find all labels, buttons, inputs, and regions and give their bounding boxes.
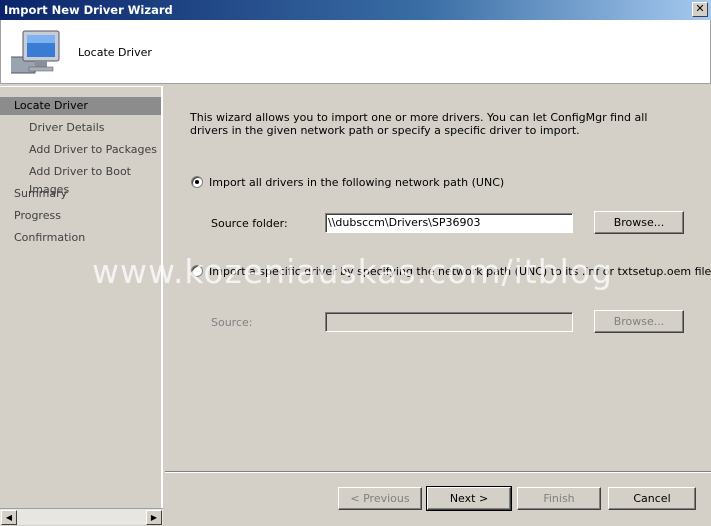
- sidebar-item-confirmation[interactable]: Confirmation: [14, 229, 85, 247]
- sidebar-item-progress[interactable]: Progress: [14, 207, 61, 225]
- browse-source-button[interactable]: Browse...: [594, 310, 684, 333]
- footer-divider: [165, 471, 711, 473]
- sidebar-item-locate-driver[interactable]: Locate Driver: [0, 97, 161, 115]
- previous-button[interactable]: < Previous: [338, 487, 422, 510]
- page-title: Locate Driver: [78, 46, 152, 59]
- scroll-left-arrow-icon[interactable]: ◀: [1, 510, 17, 525]
- source-folder-label: Source folder:: [211, 217, 288, 230]
- source-folder-input[interactable]: \\dubsccm\Drivers\SP36903: [325, 213, 573, 233]
- window-title: Import New Driver Wizard: [4, 3, 173, 17]
- title-bar: Import New Driver Wizard ✕: [0, 0, 711, 20]
- cancel-button[interactable]: Cancel: [608, 487, 696, 510]
- sidebar-item-add-driver-boot-images[interactable]: Add Driver to Boot Images: [29, 163, 161, 196]
- sidebar-item-summary[interactable]: Summary: [14, 185, 67, 203]
- source-input[interactable]: [325, 312, 573, 332]
- scroll-right-arrow-icon[interactable]: ▶: [146, 510, 162, 525]
- close-button[interactable]: ✕: [692, 2, 708, 17]
- import-all-drivers-label: Import all drivers in the following netw…: [209, 176, 505, 189]
- wizard-description: This wizard allows you to import one or …: [190, 111, 648, 137]
- wizard-header: Locate Driver: [0, 20, 711, 84]
- sidebar-horizontal-scrollbar[interactable]: ◀ ▶: [0, 508, 163, 525]
- sidebar-item-driver-details[interactable]: Driver Details: [29, 119, 104, 137]
- import-all-drivers-radio[interactable]: [191, 176, 203, 188]
- watermark: www.kozeniauskas.com/itblog: [92, 252, 613, 291]
- source-label: Source:: [211, 316, 253, 329]
- wizard-sidebar: Locate Driver Driver Details Add Driver …: [0, 86, 163, 508]
- finish-button[interactable]: Finish: [517, 487, 601, 510]
- sidebar-item-add-driver-packages[interactable]: Add Driver to Packages: [29, 141, 157, 159]
- browse-source-folder-button[interactable]: Browse...: [594, 211, 684, 234]
- next-button[interactable]: Next >: [426, 486, 512, 511]
- computer-monitor-icon: [11, 30, 60, 74]
